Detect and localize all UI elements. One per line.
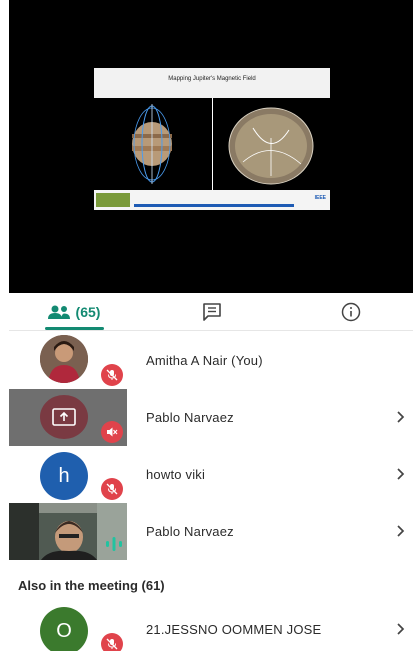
shared-slide: Mapping Jupiter's Magnetic Field IEEE [94, 68, 330, 210]
chevron-right-icon [397, 411, 405, 423]
participant-thumbnail [9, 332, 127, 389]
participant-thumbnail: O [9, 601, 127, 651]
chevron-right-icon [397, 525, 405, 537]
avatar-letter: h [58, 464, 70, 487]
slide-footer: IEEE [94, 190, 330, 210]
participant-thumbnail: h [9, 446, 127, 503]
mic-off-icon [101, 364, 123, 386]
avatar-letter: O [56, 619, 72, 642]
slide-footer-bar [134, 204, 294, 207]
participant-count: (65) [75, 304, 101, 320]
slide-title: Mapping Jupiter's Magnetic Field [168, 76, 256, 82]
chevron-right-icon [397, 623, 405, 635]
chevron-right-icon [397, 468, 405, 480]
tab-chat[interactable] [149, 293, 274, 331]
ieee-logo: IEEE [314, 195, 326, 201]
avatar [40, 335, 88, 383]
participant-thumbnail [9, 503, 127, 560]
screen-share-icon [52, 408, 76, 426]
mic-off-icon [101, 633, 123, 651]
avatar: O [40, 607, 88, 651]
active-tab-indicator [45, 327, 104, 330]
info-icon [341, 302, 361, 322]
magnetic-field-map [213, 98, 330, 190]
participant-name: Amitha A Nair (You) [146, 353, 263, 368]
participant-row[interactable]: Pablo Narvaez [9, 503, 413, 560]
slide-title-bar: Mapping Jupiter's Magnetic Field [94, 68, 330, 98]
mic-off-icon [101, 478, 123, 500]
participant-row[interactable]: h howto viki [9, 446, 413, 503]
participant-name: howto viki [146, 467, 206, 482]
section-header: Also in the meeting (61) [18, 578, 165, 593]
participant-name: 21.JESSNO OOMMEN JOSE [146, 622, 322, 637]
participant-row[interactable]: Amitha A Nair (You) [9, 332, 413, 389]
speaker-off-icon [101, 421, 123, 443]
tab-people[interactable]: (65) [9, 293, 139, 331]
tab-bar: (65) [9, 293, 413, 331]
participant-name: Pablo Narvaez [146, 524, 234, 539]
chat-icon [202, 303, 221, 321]
avatar: h [40, 452, 88, 500]
speaking-indicator-icon [104, 536, 124, 552]
tab-info[interactable] [289, 293, 413, 331]
participant-name: Pablo Narvaez [146, 410, 234, 425]
slide-logo [96, 193, 130, 207]
participant-thumbnail [9, 389, 127, 446]
video-stage[interactable]: Mapping Jupiter's Magnetic Field IEEE [9, 0, 413, 293]
participant-row[interactable]: O 21.JESSNO OOMMEN JOSE [9, 601, 413, 651]
avatar [40, 395, 88, 439]
participant-row[interactable]: Pablo Narvaez [9, 389, 413, 446]
jupiter-image [94, 98, 212, 190]
people-icon [47, 305, 70, 319]
